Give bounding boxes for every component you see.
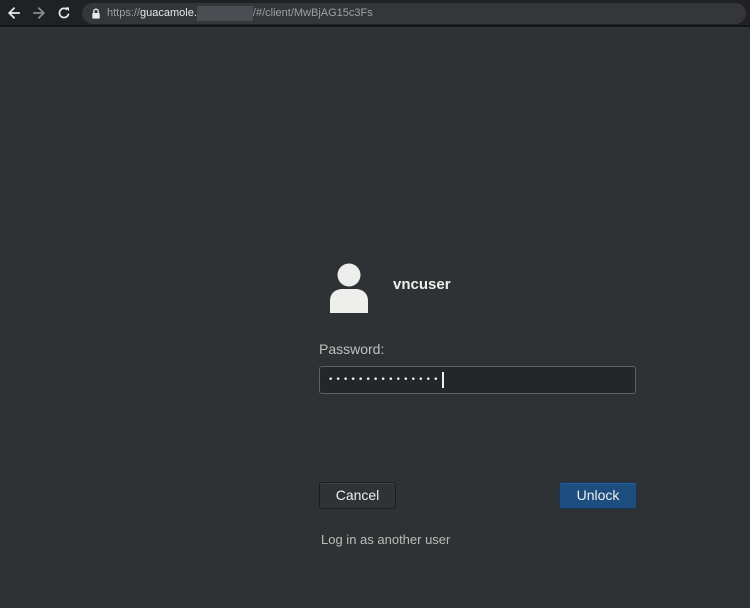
browser-toolbar: https://guacamole. /#/client/MwBjAG15c3Fs bbox=[0, 0, 750, 27]
url-scheme: https:// bbox=[107, 7, 141, 19]
text-caret bbox=[441, 372, 444, 388]
unlock-button[interactable]: Unlock bbox=[559, 482, 637, 509]
url-redaction bbox=[196, 6, 253, 21]
user-avatar-icon bbox=[330, 263, 368, 313]
back-button[interactable] bbox=[5, 4, 23, 22]
login-as-another-user-link[interactable]: Log in as another user bbox=[321, 531, 450, 548]
url-text: https://guacamole. /#/client/MwBjAG15c3Fs bbox=[107, 6, 373, 21]
address-bar[interactable]: https://guacamole. /#/client/MwBjAG15c3Fs bbox=[82, 3, 746, 24]
url-host: guacamole. bbox=[140, 7, 197, 19]
reload-button[interactable] bbox=[55, 4, 73, 22]
lock-icon bbox=[92, 8, 100, 19]
remote-desktop bbox=[0, 27, 750, 608]
forward-button[interactable] bbox=[30, 4, 48, 22]
password-label: Password: bbox=[319, 341, 385, 357]
arrow-right-icon bbox=[33, 6, 46, 20]
password-masked-value: ••••••••••••••• bbox=[328, 375, 441, 385]
url-path: /#/client/MwBjAG15c3Fs bbox=[252, 7, 373, 19]
password-field[interactable]: ••••••••••••••• bbox=[319, 366, 636, 394]
reload-icon bbox=[58, 7, 70, 19]
cancel-button[interactable]: Cancel bbox=[319, 482, 396, 509]
username-label: vncuser bbox=[393, 276, 451, 293]
arrow-left-icon bbox=[7, 6, 20, 20]
